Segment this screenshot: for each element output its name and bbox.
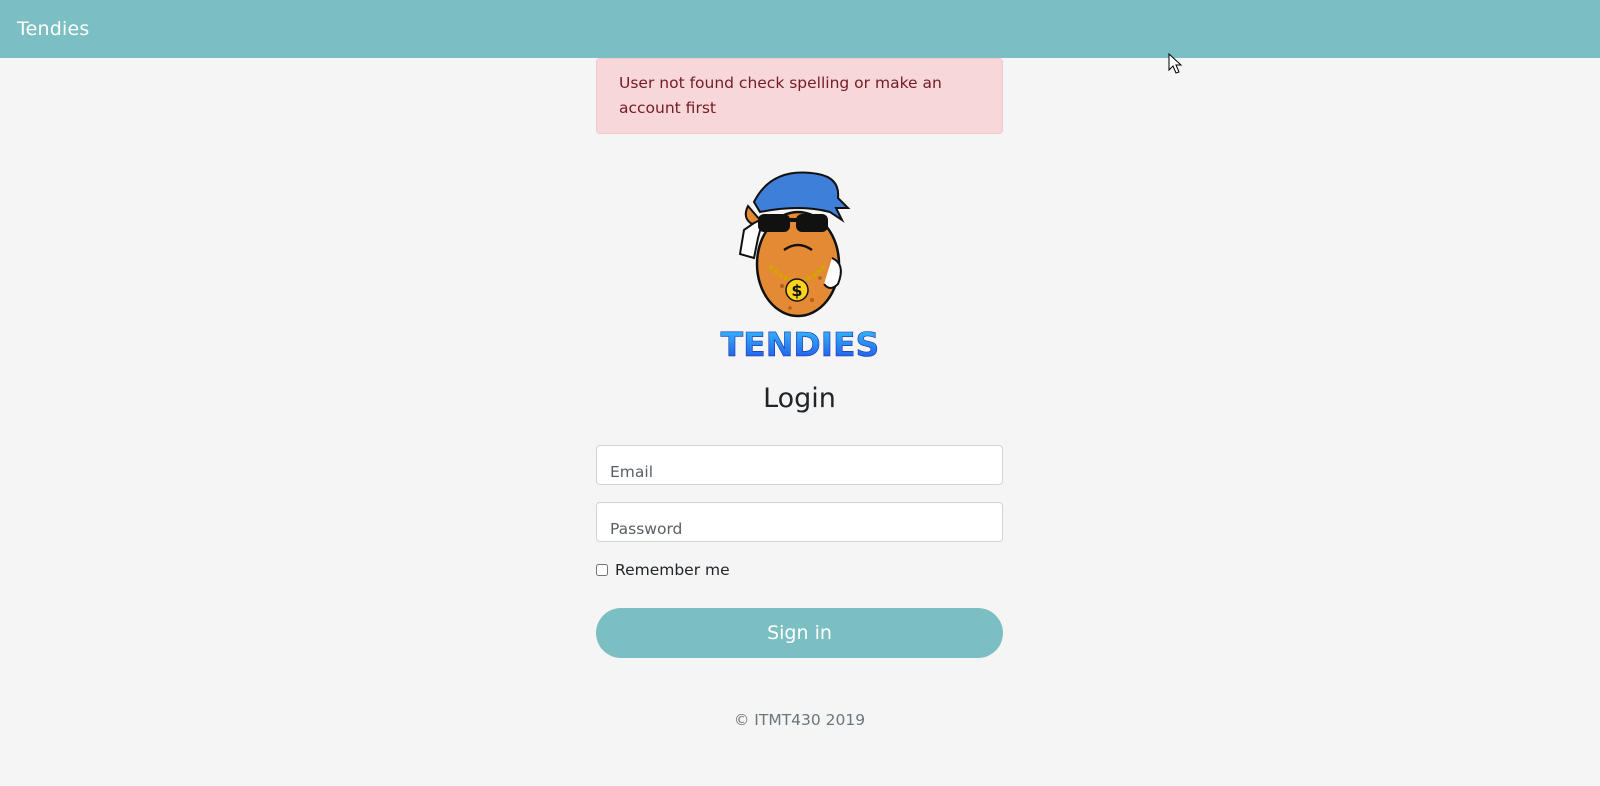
password-input[interactable] <box>596 502 1003 542</box>
footer-copyright: © ITMT430 2019 <box>733 711 866 729</box>
error-alert: User not found check spelling or make an… <box>596 58 1003 134</box>
email-input[interactable] <box>596 445 1003 485</box>
tendies-logo-icon: $ TENDIES <box>720 171 880 360</box>
remember-me[interactable]: Remember me <box>596 561 730 579</box>
svg-text:$: $ <box>791 281 802 300</box>
page-title: Login <box>763 383 836 414</box>
remember-me-checkbox[interactable] <box>596 564 608 576</box>
error-alert-message: User not found check spelling or make an… <box>619 74 942 117</box>
tendies-logo-text: TENDIES <box>721 325 880 360</box>
mouse-cursor-icon <box>1168 53 1183 74</box>
navbar-brand-link[interactable]: Tendies <box>17 18 89 40</box>
remember-me-label: Remember me <box>615 561 730 579</box>
navbar: Tendies <box>0 0 1600 58</box>
sign-in-button[interactable]: Sign in <box>596 608 1003 658</box>
